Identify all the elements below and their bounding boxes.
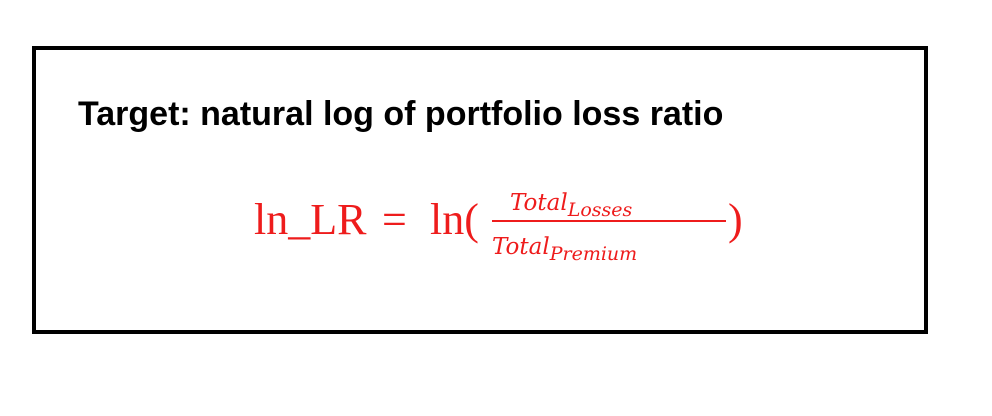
numerator-subscript: Losses <box>567 199 633 221</box>
denominator-base: Total <box>492 234 550 260</box>
denominator-subscript: Premium <box>549 243 637 265</box>
heading: Target: natural log of portfolio loss ra… <box>78 95 724 133</box>
numerator: TotalLosses <box>510 190 633 221</box>
page: Target: natural log of portfolio loss ra… <box>0 0 992 416</box>
numerator-base: Total <box>510 190 568 216</box>
formula: ln_LR = ln( TotalLosses TotalPremium ) <box>240 176 760 276</box>
formula-lhs: ln_LR <box>254 195 367 244</box>
formula-ln-open: ln( <box>430 195 479 244</box>
denominator: TotalPremium <box>492 234 637 265</box>
formula-equals: = <box>382 195 407 244</box>
formula-graphic: ln_LR = ln( TotalLosses TotalPremium ) <box>254 190 743 265</box>
formula-close-paren: ) <box>728 195 743 244</box>
